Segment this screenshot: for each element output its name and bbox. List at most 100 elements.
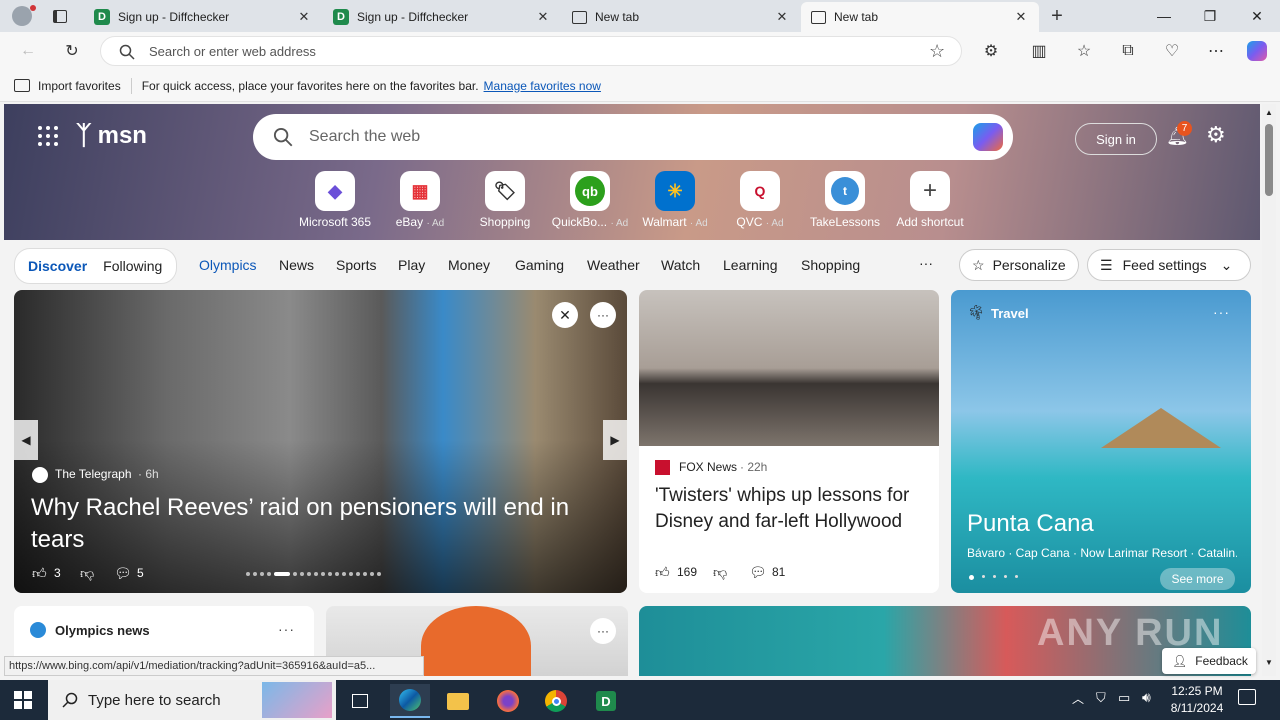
copilot-icon[interactable]	[973, 123, 1003, 151]
minimize-button[interactable]: —	[1141, 0, 1187, 32]
nav-more-icon[interactable]: ···	[919, 255, 933, 271]
chrome-icon[interactable]	[536, 684, 576, 718]
carousel-next-button[interactable]: ▶	[603, 420, 627, 460]
tab-newtab-active[interactable]: New tab ✕	[801, 2, 1039, 32]
nav-olympics[interactable]: Olympics	[199, 257, 257, 273]
show-hidden-icons-icon[interactable]: ︿	[1072, 690, 1084, 707]
close-tab-icon[interactable]: ✕	[1013, 9, 1029, 25]
import-favorites-button[interactable]: Import favorites	[38, 79, 121, 93]
msn-search-box[interactable]: Search the web	[253, 114, 1013, 160]
more-options-icon[interactable]: ···	[590, 618, 616, 644]
nav-learning[interactable]: Learning	[723, 257, 778, 273]
shortcut-qvc[interactable]: Q QVC · Ad	[717, 171, 803, 229]
shortcut-walmart[interactable]: ✳ Walmart · Ad	[632, 171, 718, 229]
manage-favorites-link[interactable]: Manage favorites now	[484, 79, 601, 93]
comment-icon[interactable]: 💬︎	[749, 564, 767, 581]
dislike-icon[interactable]: 👎︎	[713, 564, 727, 581]
back-icon[interactable]: ←	[17, 40, 39, 62]
story-headline[interactable]: Why Rachel Reeves’ raid on pensioners wi…	[31, 492, 601, 556]
more-menu-icon[interactable]: ⋯	[1205, 40, 1227, 62]
tab-following[interactable]: Following	[103, 258, 162, 274]
more-options-icon[interactable]: ···	[590, 302, 616, 328]
scroll-down-arrow-icon[interactable]: ▼	[1265, 658, 1273, 667]
browser-essentials-icon[interactable]: ♡	[1161, 40, 1183, 62]
file-explorer-icon[interactable]	[438, 684, 478, 718]
favorites-icon[interactable]: ☆	[1073, 40, 1095, 62]
carousel-indicator[interactable]	[246, 572, 396, 576]
split-screen-icon[interactable]: ▥	[1028, 40, 1050, 62]
shortcut-quickbooks[interactable]: qb QuickBo... · Ad	[547, 171, 633, 229]
tab-diffchecker-2[interactable]: D Sign up - Diffchecker ✕	[323, 2, 561, 32]
nav-shopping[interactable]: Shopping	[801, 257, 860, 273]
feedback-button[interactable]: 👤︎ Feedback	[1162, 648, 1256, 674]
restore-button[interactable]: ❐	[1187, 0, 1233, 32]
see-more-button[interactable]: See more	[1160, 568, 1235, 590]
edge-taskbar-icon[interactable]	[390, 684, 430, 718]
volume-icon[interactable]: 🔊︎	[1142, 689, 1151, 706]
collections-icon[interactable]: ⧉	[1117, 40, 1139, 62]
nav-weather[interactable]: Weather	[587, 257, 640, 273]
scroll-up-arrow-icon[interactable]: ▲	[1265, 108, 1273, 117]
tab-actions-icon[interactable]	[49, 5, 71, 27]
tab-diffchecker-1[interactable]: D Sign up - Diffchecker ✕	[84, 2, 322, 32]
feed-settings-button[interactable]: ☰ Feed settings ⌄	[1087, 249, 1251, 281]
personalize-button[interactable]: ☆ Personalize	[959, 249, 1079, 281]
taskbar-search[interactable]: Type here to search	[48, 680, 336, 720]
shortcut-label: TakeLessons	[809, 215, 881, 229]
shortcut-microsoft365[interactable]: ◆ Microsoft 365	[292, 171, 378, 229]
extensions-icon[interactable]: ⚙	[980, 40, 1002, 62]
nav-money[interactable]: Money	[448, 257, 490, 273]
main-story-card[interactable]: ✕ ··· ◀ ▶ The Telegraph · 6h Why Rachel …	[14, 290, 627, 593]
add-shortcut-button[interactable]: + Add shortcut	[887, 171, 973, 229]
more-options-icon[interactable]: ···	[1213, 304, 1230, 320]
travel-card[interactable]: 🌴︎ Travel ··· Punta Cana Bávaro · Cap Ca…	[951, 290, 1251, 593]
sign-in-button[interactable]: Sign in	[1075, 123, 1157, 155]
shortcut-ebay[interactable]: ▦ eBay · Ad	[377, 171, 463, 229]
diffchecker-taskbar-icon[interactable]: D	[586, 684, 626, 718]
nav-gaming[interactable]: Gaming	[515, 257, 564, 273]
close-window-button[interactable]: ✕	[1234, 0, 1280, 32]
tab-discover[interactable]: Discover	[28, 258, 87, 274]
address-bar[interactable]: Search or enter web address ☆	[100, 36, 962, 66]
msn-logo[interactable]: ᛉ msn	[76, 120, 147, 151]
apps-grid-icon[interactable]	[38, 126, 58, 146]
nav-watch[interactable]: Watch	[661, 257, 700, 273]
dislike-icon[interactable]: 👎︎	[80, 565, 94, 582]
like-icon[interactable]: 👍︎	[32, 565, 47, 582]
favorite-star-icon[interactable]: ☆	[929, 41, 945, 62]
firefox-icon[interactable]	[488, 684, 528, 718]
travel-pager[interactable]	[969, 575, 1018, 580]
story-card-bottom-wide[interactable]: ANY RUN	[639, 606, 1251, 676]
network-icon[interactable]: ▭	[1118, 690, 1130, 706]
close-tab-icon[interactable]: ✕	[535, 9, 551, 25]
story-headline[interactable]: 'Twisters' whips up lessons for Disney a…	[655, 483, 923, 535]
story-card-twisters[interactable]: FOX News · 22h 'Twisters' whips up lesso…	[639, 290, 939, 593]
settings-gear-icon[interactable]: ⚙	[1206, 122, 1226, 148]
carousel-prev-button[interactable]: ◀	[14, 420, 38, 460]
import-favorites-icon[interactable]	[14, 79, 30, 92]
close-tab-icon[interactable]: ✕	[774, 9, 790, 25]
tab-newtab-1[interactable]: New tab ✕	[562, 2, 800, 32]
security-tray-icon[interactable]: ⛉	[1096, 690, 1106, 706]
new-tab-button[interactable]: +	[1046, 5, 1068, 27]
scroll-thumb[interactable]	[1265, 124, 1273, 196]
windows-start-icon[interactable]	[14, 691, 32, 709]
copilot-icon[interactable]	[1246, 40, 1268, 62]
nav-news[interactable]: News	[279, 257, 314, 273]
shortcut-shopping[interactable]: 🏷︎ Shopping	[462, 171, 548, 229]
travel-title[interactable]: Punta Cana	[967, 510, 1094, 538]
nav-play[interactable]: Play	[398, 257, 425, 273]
refresh-icon[interactable]: ↻	[61, 40, 83, 62]
page-scrollbar[interactable]: ▲ ▼	[1262, 104, 1276, 676]
task-view-icon[interactable]	[340, 684, 380, 718]
nav-sports[interactable]: Sports	[336, 257, 376, 273]
more-options-icon[interactable]: ···	[278, 621, 295, 637]
shortcut-takelessons[interactable]: t TakeLessons	[802, 171, 888, 229]
comment-icon[interactable]: 💬︎	[114, 565, 132, 582]
dismiss-icon[interactable]: ✕	[552, 302, 578, 328]
close-tab-icon[interactable]: ✕	[296, 9, 312, 25]
notification-center-icon[interactable]	[1238, 689, 1256, 705]
like-icon[interactable]: 👍︎	[655, 564, 670, 581]
profile-icon[interactable]	[12, 6, 32, 26]
clock[interactable]: 12:25 PM 8/11/2024	[1164, 683, 1230, 717]
